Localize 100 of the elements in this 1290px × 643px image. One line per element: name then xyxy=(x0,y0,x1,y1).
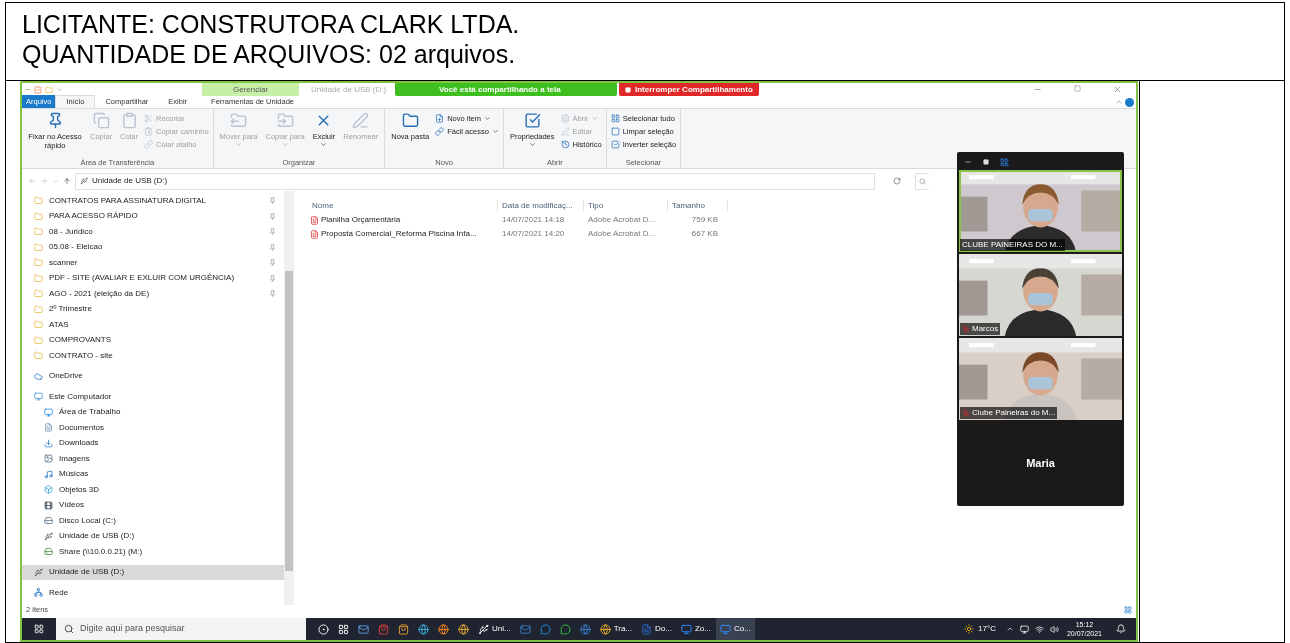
notifications-icon[interactable] xyxy=(1116,624,1126,634)
nav-item[interactable]: CONTRATO - site xyxy=(22,348,284,364)
nav-item[interactable]: PDF - SITE (AVALIAR E EXLUIR COM URGÊNCIA) xyxy=(22,270,284,286)
circle-icon xyxy=(318,623,329,635)
nav-item[interactable]: Vídeos xyxy=(22,497,284,513)
minimize-icon[interactable] xyxy=(964,158,972,166)
nav-item[interactable]: 08 - Juridico xyxy=(22,224,284,240)
nav-item[interactable]: CONTRATOS PARA ASSINATURA DIGITAL xyxy=(22,193,284,209)
nav-item[interactable]: Área de Trabalho xyxy=(22,404,284,420)
nav-item[interactable]: Unidade de USB (D:) xyxy=(22,528,284,544)
globe-icon xyxy=(579,623,591,635)
stop-sharing-button[interactable]: Interromper Compartilhamento xyxy=(619,83,759,96)
nav-item[interactable]: Este Computador xyxy=(22,389,284,405)
clipboard-icon xyxy=(120,112,138,129)
nav-item[interactable]: Disco Local (C:) xyxy=(22,513,284,529)
monitor-icon xyxy=(44,407,53,417)
nav-item[interactable]: Documentos xyxy=(22,420,284,436)
usb-drive-icon xyxy=(80,177,88,185)
checkbox-icon xyxy=(523,112,541,129)
table-cell[interactable]: Planilha Orçamentária xyxy=(321,214,498,226)
image-icon xyxy=(44,454,53,464)
scrollbar[interactable] xyxy=(284,191,294,605)
folder-icon xyxy=(230,112,248,129)
temperature[interactable]: 17°C xyxy=(978,623,996,635)
volume-icon[interactable] xyxy=(1049,624,1059,634)
participant-name: Maria xyxy=(1026,455,1055,471)
usb-drive-icon xyxy=(478,623,489,635)
window-menu-icon[interactable] xyxy=(24,86,31,93)
table-cell-text: Adobe Acrobat D... xyxy=(587,228,657,240)
refresh-icon[interactable] xyxy=(893,177,901,185)
nav-item[interactable]: PARA ACESSO RÁPIDO xyxy=(22,208,284,224)
nav-item[interactable]: ATAS xyxy=(22,317,284,333)
taskbar-app[interactable]: Tra... xyxy=(595,618,637,640)
table-cell[interactable]: Proposta Comercial_Reforma Piscina Infa... xyxy=(321,228,498,240)
wifi-icon[interactable] xyxy=(1034,624,1044,634)
nav-item[interactable]: Rede xyxy=(22,585,284,601)
header-line: LICITANTE: CONSTRUTORA CLARK LTDA. xyxy=(22,9,521,39)
table-cell-text: 667 KB xyxy=(690,228,718,240)
address-bar[interactable]: Unidade de USB (D:) xyxy=(75,172,875,190)
document-icon xyxy=(641,623,653,635)
taskbar-search-field[interactable]: Digite aqui para pesquisar xyxy=(56,618,306,640)
up-icon[interactable] xyxy=(63,177,71,185)
collapse-ribbon-icon[interactable] xyxy=(1115,98,1123,106)
participant-name: Marcos xyxy=(972,323,999,335)
properties-icon[interactable] xyxy=(34,85,42,94)
caret-icon[interactable] xyxy=(56,86,63,93)
nav-item[interactable]: AGO - 2021 (eleição da DE) xyxy=(22,286,284,302)
column-header[interactable]: Tipo xyxy=(584,200,668,212)
taskbar-app[interactable]: Co... xyxy=(715,618,755,640)
pin-icon[interactable] xyxy=(269,212,276,220)
nav-item[interactable]: Downloads xyxy=(22,435,284,451)
windows-start-icon[interactable] xyxy=(34,624,44,634)
nav-item[interactable]: Unidade de USB (D:) xyxy=(22,564,284,580)
pin-icon[interactable] xyxy=(269,274,276,282)
tray-caret-icon[interactable] xyxy=(1005,625,1014,633)
maximize-icon[interactable] xyxy=(1074,85,1081,92)
details-view-icon[interactable] xyxy=(1124,606,1132,614)
pdf-file-icon xyxy=(310,215,319,225)
weather-icon[interactable] xyxy=(964,624,975,634)
nav-item[interactable]: Objetos 3D xyxy=(22,482,284,498)
folder-icon xyxy=(34,273,43,283)
table-cell-text: 14/07/2021 14:18 xyxy=(501,214,566,226)
close-icon[interactable] xyxy=(1113,85,1122,94)
nav-item[interactable]: OneDrive xyxy=(22,368,284,384)
globe-icon xyxy=(599,623,611,635)
table-cell-text: Adobe Acrobat D... xyxy=(587,214,657,226)
nav-item[interactable]: scanner xyxy=(22,255,284,271)
link-icon xyxy=(144,140,154,149)
taskbar-app[interactable]: Uni... xyxy=(474,618,515,640)
column-header[interactable]: Tamanho xyxy=(668,200,728,212)
pin-icon[interactable] xyxy=(269,197,276,205)
column-header[interactable]: Data de modificaç... xyxy=(498,200,584,212)
nav-item[interactable]: Share (\\10.0.0.21) (M:) xyxy=(22,544,284,560)
pin-icon[interactable] xyxy=(269,228,276,236)
nav-item[interactable]: Músicas xyxy=(22,466,284,482)
folder-icon xyxy=(34,196,43,206)
search-field[interactable] xyxy=(915,172,929,190)
pdf-file-icon xyxy=(310,229,319,239)
monitor-icon[interactable] xyxy=(1019,624,1029,634)
square-icon xyxy=(610,127,620,136)
speaker-view-icon[interactable] xyxy=(1000,157,1009,167)
nav-item[interactable]: 2º Trimestre xyxy=(22,301,284,317)
help-icon[interactable] xyxy=(1125,98,1134,107)
column-header[interactable]: Nome xyxy=(308,200,498,212)
gallery-icon[interactable] xyxy=(982,159,990,165)
mail-icon xyxy=(519,623,531,635)
folder-icon xyxy=(34,289,43,299)
taskbar-app[interactable]: Do... xyxy=(637,618,676,640)
nav-item[interactable]: 05.08 - Eleicao xyxy=(22,239,284,255)
nav-item[interactable]: COMPROVANTS xyxy=(22,332,284,348)
stop-icon xyxy=(625,86,631,93)
taskbar-app[interactable]: Zo... xyxy=(676,618,715,640)
pin-icon[interactable] xyxy=(269,290,276,298)
download-icon xyxy=(44,438,53,448)
pin-icon[interactable] xyxy=(269,243,276,251)
nav-item[interactable]: Imagens xyxy=(22,451,284,467)
chat-icon xyxy=(539,623,551,635)
bag-icon xyxy=(398,623,409,635)
folder-icon xyxy=(34,320,43,330)
pin-icon[interactable] xyxy=(269,259,276,267)
